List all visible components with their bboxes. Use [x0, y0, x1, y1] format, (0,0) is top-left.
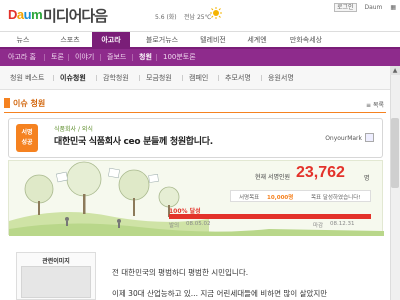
- divider: [53, 75, 54, 81]
- goal-label: 서명목표: [239, 195, 260, 201]
- divider: [68, 54, 69, 61]
- nav-blogger-news[interactable]: 블로거뉴스: [138, 32, 186, 48]
- divider: [218, 75, 219, 81]
- petition-body-line: 전 대한민국의 평범하디 평범한 시민입니다.: [112, 268, 249, 277]
- nav-world[interactable]: 세계엔: [240, 32, 274, 48]
- tab-issue-petition[interactable]: 이슈청원: [60, 66, 86, 90]
- end-label: 마감: [313, 223, 324, 229]
- section-marker: [4, 98, 10, 108]
- site-title[interactable]: 미디어다음: [43, 5, 108, 26]
- divider: [156, 54, 157, 61]
- badge-line1: 서명: [21, 129, 33, 136]
- related-images-title: 관련이미지: [42, 258, 70, 265]
- subnav-agora-home[interactable]: 아고라 홈: [8, 49, 36, 66]
- petition-title: 대한민국 식품회사 ceo 분들께 청원합니다.: [54, 137, 213, 147]
- nav-news[interactable]: 뉴스: [8, 32, 38, 48]
- weather-text: 전남 25℃: [184, 14, 212, 21]
- list-button-label: 목록: [372, 102, 384, 109]
- start-label: 발의: [169, 223, 180, 229]
- header: Daum 미디어다음 5.6 (화) 전남 25℃ 로그인 Daum ▦: [0, 0, 400, 31]
- menu-grid-icon[interactable]: ▦: [390, 4, 396, 11]
- status-badge: 서명 성공: [16, 124, 38, 152]
- petition-author[interactable]: OnyourMark: [325, 135, 362, 142]
- nav-sports[interactable]: 스포츠: [52, 32, 88, 48]
- divider: [44, 54, 45, 61]
- daum-home-link[interactable]: Daum: [364, 4, 382, 11]
- petition-category-nav: 청원 베스트 이슈청원 감학청원 모금청원 캠페인 추모서명 응원서명: [0, 66, 400, 90]
- sun-icon: [210, 7, 222, 19]
- petition-category[interactable]: 식품회사 / 외식: [54, 124, 93, 133]
- sub-nav: 아고라 홈 토론 이야기 즐보드 청원 100분토론: [0, 49, 400, 66]
- related-image-thumbnail[interactable]: [21, 266, 91, 298]
- scroll-up-arrow-icon[interactable]: ▲: [390, 66, 400, 75]
- section-title: 이슈 청원: [13, 99, 46, 108]
- goal-box: 서명목표 10,000명 목표 달성하였습니다!: [230, 190, 371, 202]
- divider: [132, 54, 133, 61]
- divider: [261, 75, 262, 81]
- section-divider: [4, 112, 386, 113]
- tab-memorial-signature[interactable]: 추모서명: [225, 66, 251, 90]
- petition-stats: 현재 서명인원 23,762 명 서명목표 10,000명 목표 달성하였습니다…: [169, 163, 371, 231]
- divider: [139, 75, 140, 81]
- tab-petition-2[interactable]: 감학청원: [103, 66, 129, 90]
- subnav-debate[interactable]: 토론: [51, 49, 64, 66]
- signature-count: 23,762: [296, 164, 345, 181]
- related-images-box: 관련이미지: [16, 252, 96, 300]
- main-nav: 뉴스 스포츠 아고라 블로거뉴스 텔레비전 세계엔 만화속세상: [0, 31, 400, 49]
- petition-header-card: 서명 성공 식품회사 / 외식 대한민국 식품회사 ceo 분들께 청원합니다.…: [8, 118, 383, 158]
- progress-bar-fill: [169, 214, 371, 219]
- top-links: 로그인 Daum ▦: [328, 2, 396, 12]
- progress-bar: [169, 214, 371, 219]
- subnav-board[interactable]: 즐보드: [107, 49, 126, 66]
- subnav-petition[interactable]: 청원: [139, 49, 152, 66]
- date-text: 5.6 (화): [155, 14, 177, 21]
- tab-fundraising-petition[interactable]: 모금청원: [146, 66, 172, 90]
- petition-body-line: 이제 30대 산업능하고 있... 지금 어린세대들에 비하면 많이 살았지만: [112, 289, 328, 298]
- signature-count-unit: 명: [364, 175, 370, 182]
- tab-best-petition[interactable]: 청원 베스트: [10, 66, 44, 90]
- goal-note: 목표 달성하였습니다!: [311, 195, 361, 201]
- subnav-100min-debate[interactable]: 100분토론: [163, 49, 196, 66]
- signature-count-label: 현재 서명인원: [255, 174, 291, 181]
- goal-value: 10,000명: [267, 195, 294, 201]
- divider: [182, 75, 183, 81]
- end-date: 08.12.31: [330, 221, 355, 227]
- login-link[interactable]: 로그인: [333, 3, 357, 12]
- subnav-story[interactable]: 이야기: [75, 49, 94, 66]
- daum-logo[interactable]: Daum: [8, 7, 43, 22]
- start-date: 08.05.02: [186, 221, 211, 227]
- list-button[interactable]: ≡ 목록: [366, 100, 384, 109]
- scrollbar-thumb[interactable]: [391, 118, 399, 188]
- tab-campaign[interactable]: 캠페인: [189, 66, 208, 90]
- nav-television[interactable]: 텔레비전: [192, 32, 234, 48]
- divider: [96, 75, 97, 81]
- author-avatar-icon[interactable]: [365, 133, 374, 142]
- divider: [100, 54, 101, 61]
- nav-cartoon[interactable]: 만화속세상: [280, 32, 332, 48]
- nav-agora[interactable]: 아고라: [92, 32, 130, 48]
- badge-line2: 성공: [21, 139, 33, 146]
- tab-support-signature[interactable]: 응원서명: [268, 66, 294, 90]
